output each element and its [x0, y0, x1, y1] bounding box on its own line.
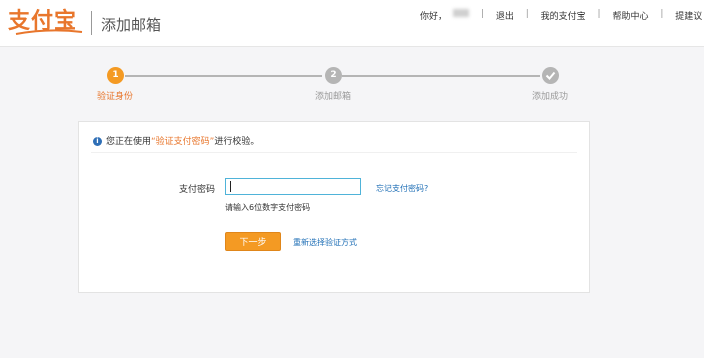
nav-separator: | [525, 9, 529, 19]
top-header: 支付宝 添加邮箱 你好， | 退出 | 我的支付宝 | 帮助中心 | 提建议 [0, 0, 704, 47]
logout-link[interactable]: 退出 [496, 9, 514, 22]
alipay-logo[interactable]: 支付宝 [8, 6, 86, 36]
forgot-password-link[interactable]: 忘记支付密码? [376, 183, 428, 194]
nav-separator: | [660, 9, 664, 19]
info-icon: i [93, 137, 102, 146]
header-divider [91, 11, 92, 35]
step-connector [125, 75, 322, 77]
step-connector [342, 75, 540, 77]
step-2-label: 添加邮箱 [315, 92, 352, 102]
password-label: 支付密码 [179, 185, 216, 195]
password-hint: 请输入6位数字支付密码 [225, 203, 311, 212]
verify-panel: i 您正在使用“验证支付密码”进行校验。 支付密码 忘记支付密码? 请输入6位数字… [78, 121, 590, 293]
notice-suffix: 进行校验。 [214, 137, 260, 147]
divider [91, 152, 577, 153]
nav-separator: | [597, 9, 601, 19]
page-title: 添加邮箱 [101, 16, 162, 34]
step-1-label: 验证身份 [97, 92, 134, 102]
top-nav: 你好， | 退出 | 我的支付宝 | 帮助中心 | 提建议 [420, 9, 702, 22]
rechoose-method-link[interactable]: 重新选择验证方式 [293, 237, 357, 248]
payment-password-input[interactable] [225, 178, 361, 195]
suggest-link[interactable]: 提建议 [675, 9, 702, 22]
notice-prefix: 您正在使用 [106, 137, 152, 147]
greeting-text: 你好， [420, 12, 448, 22]
verify-notice: i 您正在使用“验证支付密码”进行校验。 [93, 134, 259, 147]
text-cursor [230, 181, 231, 192]
next-button[interactable]: 下一步 [225, 232, 281, 251]
step-3-label: 添加成功 [532, 92, 569, 102]
my-alipay-link[interactable]: 我的支付宝 [541, 9, 586, 22]
nav-separator: | [480, 9, 484, 19]
step-3-check-icon [542, 67, 559, 84]
logo-swoosh-icon [15, 29, 83, 35]
step-2-circle: 2 [325, 67, 342, 84]
username-blurred [453, 9, 470, 17]
help-center-link[interactable]: 帮助中心 [612, 9, 648, 22]
step-1-circle: 1 [107, 67, 124, 84]
notice-method: “验证支付密码” [151, 137, 215, 147]
